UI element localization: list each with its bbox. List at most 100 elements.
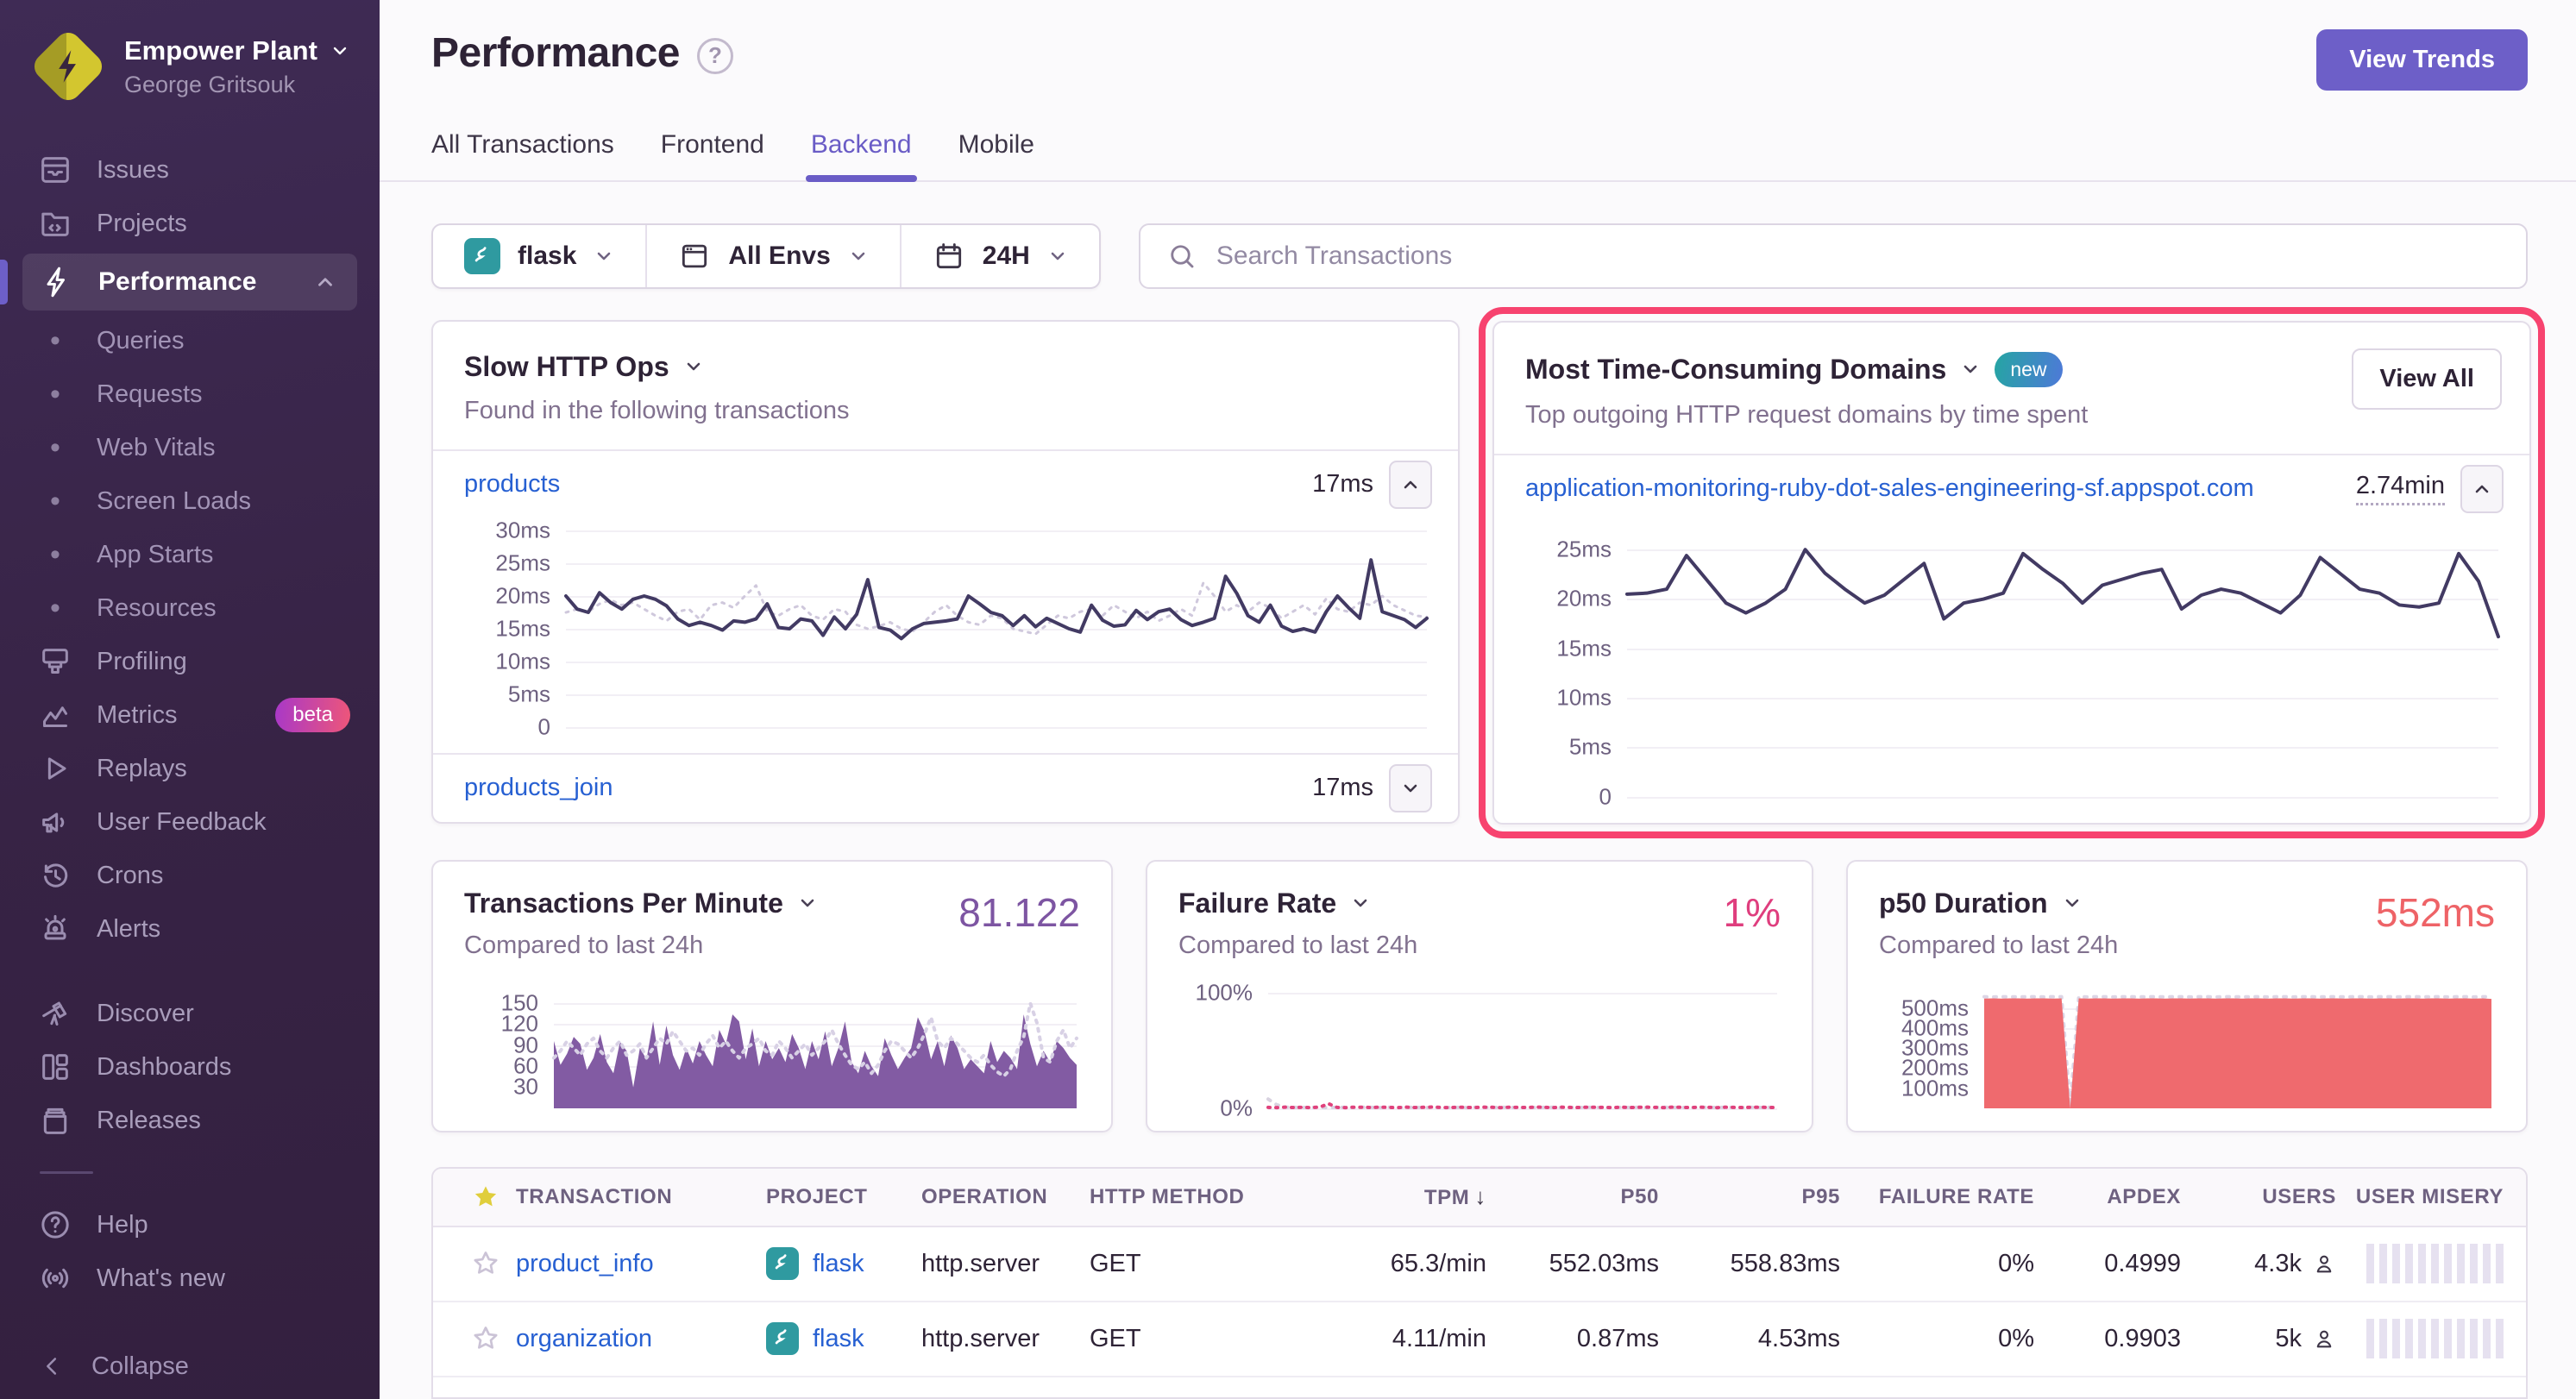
search-input[interactable] bbox=[1215, 241, 2500, 272]
slow-http-ops-subtitle: Found in the following transactions bbox=[464, 397, 1427, 425]
sidebar-item-replays[interactable]: Replays bbox=[0, 742, 380, 795]
column-header-failure-rate[interactable]: FAILURE RATE bbox=[1879, 1185, 2034, 1209]
slow-http-ops-title[interactable]: Slow HTTP Ops bbox=[464, 351, 1427, 383]
transaction-link[interactable]: application-monitoring-ruby-dot-sales-en… bbox=[1525, 474, 2340, 503]
sidebar-item-profiling[interactable]: Profiling bbox=[0, 635, 380, 688]
tab-frontend[interactable]: Frontend bbox=[661, 130, 764, 180]
collapse-row-button[interactable] bbox=[2460, 465, 2504, 513]
column-header-p95[interactable]: P95 bbox=[1801, 1185, 1840, 1209]
sidebar-item-help[interactable]: Help bbox=[0, 1198, 380, 1252]
sidebar-item-requests[interactable]: • Requests bbox=[0, 367, 380, 421]
releases-icon bbox=[38, 1103, 72, 1138]
column-header-user-misery[interactable]: USER MISERY bbox=[2356, 1185, 2504, 1209]
sidebar-item-label: Performance bbox=[98, 267, 256, 297]
column-header-tpm[interactable]: TPM↓ bbox=[1424, 1183, 1486, 1210]
sidebar-item-crons[interactable]: Crons bbox=[0, 849, 380, 902]
org-switcher[interactable]: Empower Plant George Gritsouk bbox=[0, 24, 380, 109]
column-header-project[interactable]: PROJECT bbox=[766, 1185, 921, 1209]
column-header-transaction[interactable]: TRANSACTION bbox=[516, 1185, 766, 1209]
profiling-icon bbox=[38, 644, 72, 679]
star-outline-icon[interactable] bbox=[470, 1248, 501, 1279]
http-method-cell: GET bbox=[1090, 1325, 1305, 1353]
sidebar-item-screen-loads[interactable]: • Screen Loads bbox=[0, 474, 380, 528]
sidebar-footer: Help What's new Collapse bbox=[0, 1147, 380, 1393]
failure-rate-panel: Failure Rate 1% Compared to last 24h 100… bbox=[1146, 860, 1813, 1132]
p50-duration-panel: p50 Duration 552ms Compared to last 24h … bbox=[1846, 860, 2528, 1132]
tpm-cell: 65.3/min bbox=[1391, 1250, 1486, 1278]
alerts-icon bbox=[38, 912, 72, 946]
feedback-icon bbox=[38, 805, 72, 839]
project-link[interactable]: flask bbox=[813, 1250, 864, 1278]
sidebar-item-projects[interactable]: Projects bbox=[0, 197, 380, 250]
table-header: TRANSACTIONPROJECTOPERATIONHTTP METHOD TP… bbox=[433, 1169, 2526, 1227]
sidebar-item-user-feedback[interactable]: User Feedback bbox=[0, 795, 380, 849]
sidebar-item-metrics[interactable]: Metrics beta bbox=[0, 688, 380, 742]
org-logo bbox=[33, 31, 104, 102]
project-filter[interactable]: flask bbox=[433, 225, 645, 287]
sidebar-item-queries[interactable]: • Queries bbox=[0, 314, 380, 367]
sidebar-collapse-button[interactable]: Collapse bbox=[0, 1339, 380, 1393]
column-header-apdex[interactable]: APDEX bbox=[2107, 1185, 2181, 1209]
transaction-link[interactable]: products bbox=[464, 470, 1297, 499]
chevron-up-icon bbox=[314, 271, 336, 293]
column-header-operation[interactable]: OPERATION bbox=[921, 1185, 1090, 1209]
y-axis: 100%0% bbox=[1178, 993, 1268, 1108]
tpm-chart: 150120906030 bbox=[464, 993, 1077, 1108]
sidebar-item-app-starts[interactable]: • App Starts bbox=[0, 528, 380, 581]
y-axis: 500ms400ms300ms200ms100ms bbox=[1879, 993, 1984, 1108]
domains-panel: Most Time-Consuming Domains new Top outg… bbox=[1492, 321, 2531, 825]
apdex-cell: 0.4999 bbox=[2104, 1250, 2181, 1278]
nav-section-gap bbox=[0, 956, 380, 987]
project-link[interactable]: flask bbox=[813, 1325, 864, 1353]
user-name: George Gritsouk bbox=[124, 72, 350, 98]
view-trends-button[interactable]: View Trends bbox=[2316, 29, 2528, 91]
sidebar-item-web-vitals[interactable]: • Web Vitals bbox=[0, 421, 380, 474]
view-all-button[interactable]: View All bbox=[2352, 348, 2502, 410]
chevron-down-icon bbox=[848, 246, 869, 267]
whatsnew-icon bbox=[38, 1261, 72, 1295]
collapse-row-button[interactable] bbox=[1389, 461, 1432, 509]
help-icon[interactable]: ? bbox=[697, 38, 733, 74]
table-row bbox=[433, 1377, 2526, 1399]
new-badge: new bbox=[1995, 352, 2062, 387]
transaction-link[interactable]: products_join bbox=[464, 774, 1297, 802]
sidebar-item-discover[interactable]: Discover bbox=[0, 987, 380, 1040]
expand-row-button[interactable] bbox=[1389, 764, 1432, 812]
sidebar-item-releases[interactable]: Releases bbox=[0, 1094, 380, 1147]
transaction-link[interactable]: product_info bbox=[516, 1250, 766, 1278]
sidebar-item-resources[interactable]: • Resources bbox=[0, 581, 380, 635]
sidebar-item-what-s-new[interactable]: What's new bbox=[0, 1252, 380, 1305]
chart-plot bbox=[1627, 535, 2498, 797]
bullet-icon: • bbox=[38, 431, 72, 465]
tab-backend[interactable]: Backend bbox=[811, 130, 912, 180]
failure-rate-title[interactable]: Failure Rate bbox=[1178, 888, 1781, 919]
star-filled-icon[interactable] bbox=[470, 1182, 501, 1213]
star-outline-icon[interactable] bbox=[470, 1323, 501, 1354]
chevron-down-icon bbox=[594, 246, 614, 267]
date-range-filter[interactable]: 24H bbox=[900, 225, 1099, 287]
project-cell: flask bbox=[766, 1322, 921, 1355]
sidebar-item-dashboards[interactable]: Dashboards bbox=[0, 1040, 380, 1094]
org-name[interactable]: Empower Plant bbox=[124, 35, 350, 66]
transaction-link[interactable]: organization bbox=[516, 1325, 766, 1353]
column-header-p50[interactable]: P50 bbox=[1620, 1185, 1659, 1209]
bolt-icon bbox=[40, 265, 74, 299]
flask-project-icon bbox=[766, 1247, 799, 1280]
sidebar-item-label: Replays bbox=[97, 755, 187, 783]
tab-mobile[interactable]: Mobile bbox=[958, 130, 1034, 180]
column-header-http-method[interactable]: HTTP METHOD bbox=[1090, 1185, 1305, 1209]
environment-filter[interactable]: All Envs bbox=[645, 225, 899, 287]
chevron-up-icon bbox=[2472, 479, 2492, 499]
chevron-down-icon bbox=[1960, 359, 1981, 380]
sidebar-item-alerts[interactable]: Alerts bbox=[0, 902, 380, 956]
page-filters: flask All Envs 24H bbox=[431, 223, 1101, 289]
chevron-down-icon bbox=[330, 41, 350, 61]
sidebar-item-issues[interactable]: Issues bbox=[0, 143, 380, 197]
failure-rate-value: 1% bbox=[1724, 889, 1781, 936]
sidebar-item-performance[interactable]: Performance bbox=[22, 254, 357, 311]
row-value: 2.74min bbox=[2356, 472, 2445, 505]
apdex-cell: 0.9903 bbox=[2104, 1325, 2181, 1353]
tab-all-transactions[interactable]: All Transactions bbox=[431, 130, 614, 180]
sidebar-item-label: Issues bbox=[97, 156, 169, 185]
column-header-users[interactable]: USERS bbox=[2262, 1185, 2336, 1209]
